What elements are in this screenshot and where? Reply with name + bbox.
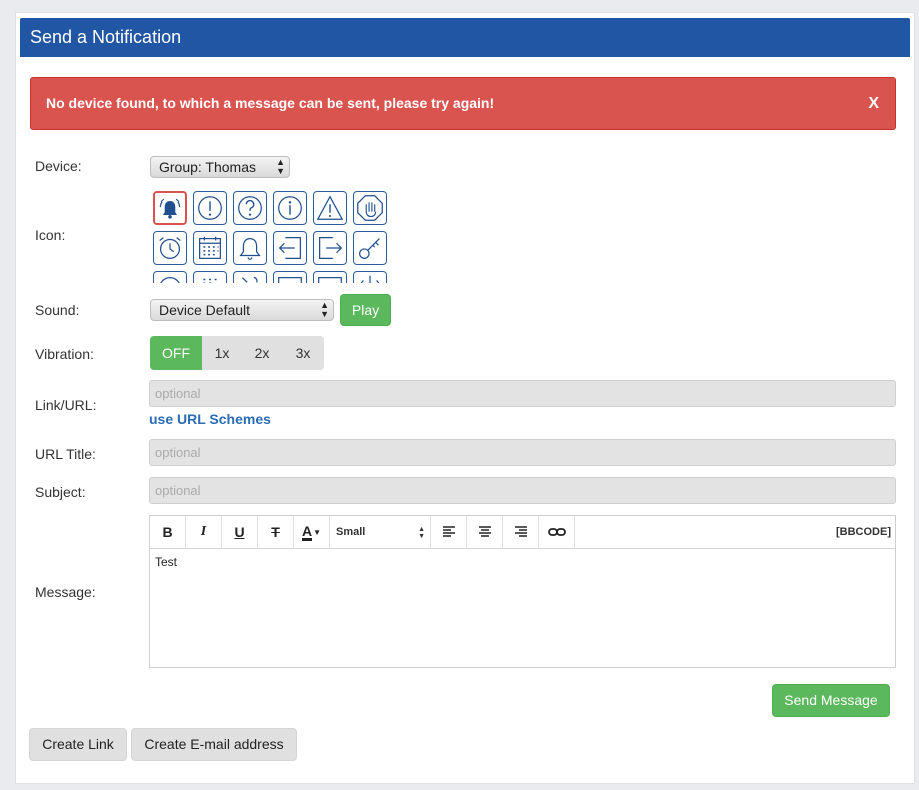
panel-title: Send a Notification — [20, 18, 910, 57]
bell-icon[interactable] — [233, 231, 267, 265]
icon-label: Icon: — [35, 227, 66, 243]
vibration-3x-button[interactable]: 3x — [282, 336, 324, 370]
screen-icon[interactable] — [273, 271, 307, 283]
strikethrough-button[interactable]: T — [258, 516, 294, 548]
url-title-input[interactable]: optional — [149, 439, 896, 466]
device-label: Device: — [35, 158, 82, 174]
sign-in-icon[interactable] — [273, 231, 307, 265]
error-alert: No device found, to which a message can … — [30, 77, 896, 130]
clock-icon[interactable] — [153, 271, 187, 283]
message-label: Message: — [35, 584, 96, 600]
underline-button[interactable]: U — [222, 516, 258, 548]
send-message-button[interactable]: Send Message — [772, 684, 890, 717]
sound-select[interactable]: Device Default ▲ ▼ — [150, 299, 334, 321]
sign-out-icon[interactable] — [313, 231, 347, 265]
warning-triangle-icon[interactable] — [313, 191, 347, 225]
alert-close-button[interactable]: X — [868, 78, 879, 129]
vibration-2x-button[interactable]: 2x — [242, 336, 282, 370]
bell-ringing-icon[interactable] — [153, 191, 187, 225]
question-circle-icon[interactable] — [233, 191, 267, 225]
font-size-value: Small — [336, 526, 366, 538]
url-schemes-link[interactable]: use URL Schemes — [149, 411, 271, 427]
stop-hand-icon[interactable] — [353, 191, 387, 225]
calendar-icon[interactable] — [193, 231, 227, 265]
align-left-button[interactable] — [431, 516, 467, 548]
font-size-select[interactable]: Small ▲ ▼ — [330, 516, 431, 548]
notification-panel: Send a Notification No device found, to … — [15, 12, 915, 784]
vibration-toggle-group: OFF 1x 2x 3x — [150, 336, 324, 370]
alert-message: No device found, to which a message can … — [46, 95, 495, 111]
bbcode-toggle[interactable]: [BBCODE] — [836, 516, 891, 548]
editor-toolbar: B I U T A ▼ Small ▲ ▼ [BBCODE] — [150, 516, 895, 549]
select-arrows-icon: ▲ ▼ — [418, 526, 425, 540]
dots-grid-icon[interactable] — [193, 271, 227, 283]
message-editor: B I U T A ▼ Small ▲ ▼ [BBCODE] Test — [149, 515, 896, 668]
select-arrows-icon: ▲ ▼ — [320, 300, 329, 319]
bold-button[interactable]: B — [150, 516, 186, 548]
align-left-icon — [442, 526, 455, 537]
subject-input[interactable]: optional — [149, 477, 896, 504]
url-title-label: URL Title: — [35, 446, 96, 462]
caret-down-icon: ▼ — [313, 527, 322, 537]
align-center-icon — [478, 526, 491, 537]
link-url-input[interactable]: optional — [149, 380, 896, 407]
vibration-1x-button[interactable]: 1x — [202, 336, 242, 370]
info-circle-icon[interactable] — [273, 191, 307, 225]
align-right-button[interactable] — [503, 516, 539, 548]
select-arrows-icon: ▲ ▼ — [276, 157, 285, 176]
message-textarea[interactable]: Test — [150, 549, 895, 575]
exclamation-circle-icon[interactable] — [193, 191, 227, 225]
vibration-label: Vibration: — [35, 346, 94, 362]
sound-select-value: Device Default — [159, 302, 251, 318]
device-select[interactable]: Group: Thomas ▲ ▼ — [150, 156, 290, 178]
device-select-value: Group: Thomas — [159, 159, 257, 175]
play-sound-button[interactable]: Play — [340, 294, 391, 326]
create-link-button[interactable]: Create Link — [29, 728, 127, 761]
link-url-label: Link/URL: — [35, 397, 97, 413]
align-right-icon — [514, 526, 527, 537]
insert-link-button[interactable] — [539, 516, 575, 548]
create-email-button[interactable]: Create E-mail address — [131, 728, 297, 761]
align-center-button[interactable] — [467, 516, 503, 548]
font-color-button[interactable]: A ▼ — [294, 516, 330, 548]
vibration-off-button[interactable]: OFF — [150, 336, 202, 370]
key-icon[interactable] — [353, 231, 387, 265]
font-color-icon: A — [301, 522, 313, 541]
alarm-clock-icon[interactable] — [153, 231, 187, 265]
subject-label: Subject: — [35, 484, 86, 500]
tools-icon[interactable] — [233, 271, 267, 283]
monitor-icon[interactable] — [313, 271, 347, 283]
icon-picker — [152, 191, 392, 283]
italic-button[interactable]: I — [186, 516, 222, 548]
power-icon[interactable] — [353, 271, 387, 283]
sound-label: Sound: — [35, 302, 80, 318]
link-icon — [547, 528, 566, 536]
